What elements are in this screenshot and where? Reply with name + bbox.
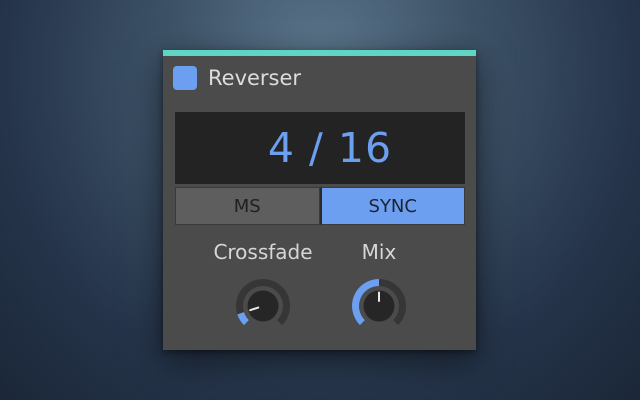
mode-sync-button[interactable]: SYNC xyxy=(319,187,465,225)
mix-control: Mix xyxy=(314,238,444,338)
device-power-toggle[interactable] xyxy=(173,66,197,90)
knob-graphic xyxy=(236,279,290,326)
time-display-value: 4 / 16 xyxy=(267,124,393,172)
device-header: Reverser xyxy=(173,66,301,90)
mix-label: Mix xyxy=(361,240,397,264)
crossfade-label: Crossfade xyxy=(213,240,313,264)
crossfade-control: Crossfade xyxy=(198,238,328,338)
knob-graphic xyxy=(352,279,406,326)
mix-knob[interactable] xyxy=(351,278,407,334)
knob-value-arc xyxy=(237,311,249,326)
device-title: Reverser xyxy=(208,66,302,90)
time-display[interactable]: 4 / 16 xyxy=(175,112,465,184)
mode-switch: MS SYNC xyxy=(175,187,465,225)
mode-ms-button[interactable]: MS xyxy=(175,187,320,225)
device-accent-bar xyxy=(163,50,476,56)
crossfade-knob[interactable] xyxy=(235,278,291,334)
knob-body xyxy=(247,290,279,322)
reverser-device: Reverser 4 / 16 MS SYNC Crossfade Mix xyxy=(163,50,476,350)
